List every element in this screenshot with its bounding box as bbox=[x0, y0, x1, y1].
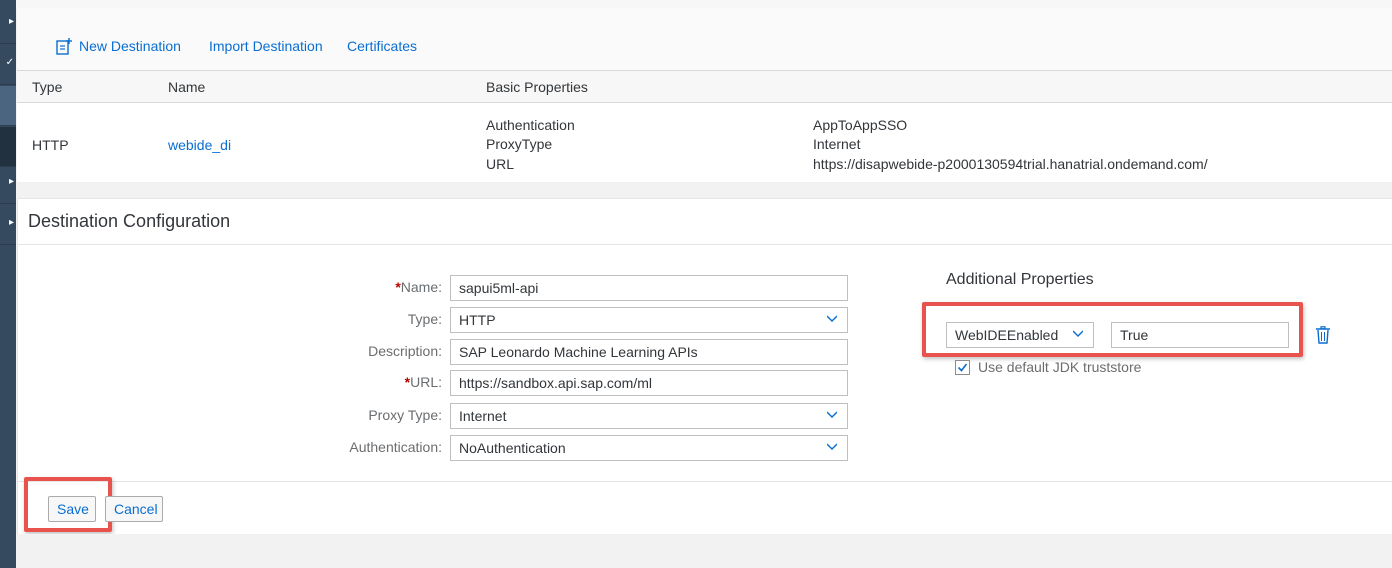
additional-property-key-value: WebIDEEnabled bbox=[955, 327, 1059, 343]
certificates-button[interactable]: Certificates bbox=[347, 38, 417, 54]
url-input[interactable] bbox=[450, 370, 848, 396]
new-destination-icon[interactable] bbox=[55, 37, 73, 55]
column-header-type[interactable]: Type bbox=[32, 79, 62, 95]
destination-configuration-panel: Destination Configuration *Name: Type: D… bbox=[17, 198, 1392, 534]
row-name-link[interactable]: webide_di bbox=[168, 137, 231, 153]
sidebar-item-6[interactable]: ▸ bbox=[0, 205, 16, 245]
authentication-select-value: NoAuthentication bbox=[459, 440, 566, 456]
chevron-right-icon: ▸ bbox=[8, 176, 14, 187]
new-destination-button[interactable]: New Destination bbox=[79, 38, 181, 54]
description-label: Description: bbox=[368, 343, 442, 359]
sidebar-item-2[interactable]: ✓ bbox=[0, 45, 16, 85]
property-value-authentication: AppToAppSSO bbox=[813, 117, 908, 133]
edit-icon: ✓ bbox=[5, 57, 14, 68]
truststore-label: Use default JDK truststore bbox=[978, 359, 1142, 375]
top-band bbox=[16, 0, 1392, 8]
panel-footer-divider bbox=[18, 481, 1392, 482]
property-key-url: URL bbox=[486, 156, 515, 172]
row-type: HTTP bbox=[32, 137, 69, 153]
column-header-name[interactable]: Name bbox=[168, 79, 205, 95]
property-value-url: https://disapwebide-p2000130594trial.han… bbox=[813, 156, 1208, 172]
save-button[interactable]: Save bbox=[48, 496, 96, 522]
sidebar-item-3[interactable] bbox=[0, 86, 16, 126]
sidebar-item-5[interactable]: ▸ bbox=[0, 164, 16, 204]
type-select-value: HTTP bbox=[459, 312, 496, 328]
proxy-type-select-value: Internet bbox=[459, 408, 507, 424]
name-input[interactable] bbox=[450, 275, 848, 301]
chevron-right-icon: ▸ bbox=[8, 16, 14, 27]
additional-property-value-input[interactable] bbox=[1111, 322, 1289, 348]
description-input[interactable] bbox=[450, 339, 848, 365]
authentication-select[interactable]: NoAuthentication bbox=[450, 435, 848, 461]
import-destination-button[interactable]: Import Destination bbox=[209, 38, 323, 54]
chevron-down-icon bbox=[827, 315, 837, 322]
additional-properties-title: Additional Properties bbox=[946, 271, 1094, 288]
chevron-down-icon bbox=[827, 443, 837, 450]
chevron-down-icon bbox=[1073, 330, 1083, 337]
sidebar-item-4[interactable] bbox=[0, 127, 16, 167]
additional-property-key-select[interactable]: WebIDEEnabled bbox=[946, 322, 1094, 348]
destinations-table: Type Name Basic Properties HTTP webide_d… bbox=[17, 70, 1392, 182]
proxy-type-select[interactable]: Internet bbox=[450, 403, 848, 429]
table-header: Type Name Basic Properties bbox=[17, 70, 1392, 103]
checkmark-icon bbox=[957, 363, 968, 372]
proxy-type-label: Proxy Type: bbox=[368, 407, 442, 423]
property-key-authentication: Authentication bbox=[486, 117, 575, 133]
url-label: *URL: bbox=[404, 374, 442, 390]
authentication-label: Authentication: bbox=[349, 439, 442, 455]
property-value-proxytype: Internet bbox=[813, 136, 861, 152]
type-label: Type: bbox=[407, 311, 442, 327]
name-label: *Name: bbox=[395, 279, 442, 295]
chevron-right-icon: ▸ bbox=[8, 217, 14, 228]
destination-toolbar: New Destination Import Destination Certi… bbox=[17, 8, 1392, 70]
cancel-button[interactable]: Cancel bbox=[105, 496, 163, 522]
delete-icon[interactable] bbox=[1315, 326, 1331, 344]
column-header-basic-properties[interactable]: Basic Properties bbox=[486, 79, 588, 95]
sidebar-item-1[interactable]: ▸ bbox=[0, 4, 16, 44]
chevron-down-icon bbox=[827, 411, 837, 418]
left-sidebar: ▸ ✓ ▸ ▸ bbox=[0, 0, 16, 568]
labels-column: *Name: Type: Description: *URL: Proxy Ty… bbox=[18, 199, 442, 479]
type-select[interactable]: HTTP bbox=[450, 307, 848, 333]
property-key-proxytype: ProxyType bbox=[486, 136, 553, 152]
bottom-band bbox=[17, 534, 1392, 568]
truststore-checkbox[interactable] bbox=[955, 360, 970, 375]
